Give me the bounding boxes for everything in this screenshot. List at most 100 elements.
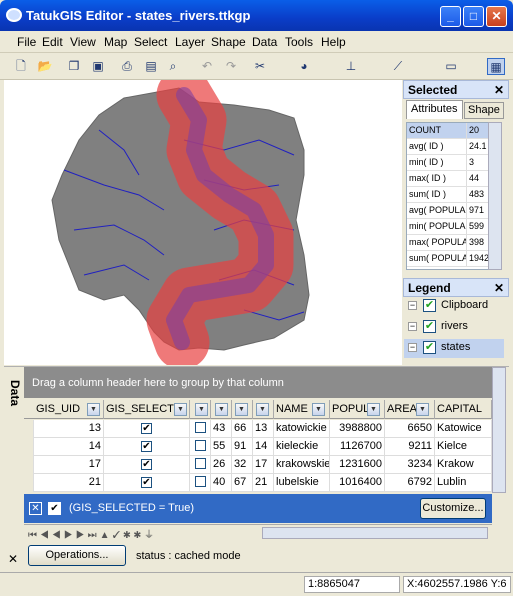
list-item[interactable]: avg( POPULA 971 — [407, 203, 501, 219]
group-hint: Drag a column header here to group by th… — [24, 367, 492, 398]
measure-icon[interactable]: ▭ — [442, 58, 460, 75]
list-item[interactable]: min( ID ) 3 — [407, 155, 501, 171]
collapse-icon[interactable]: − — [408, 343, 417, 352]
minimize-button[interactable]: _ — [440, 6, 461, 27]
legend-panel-header: Legend ✕ — [403, 278, 509, 297]
menu-bar: File Edit View Map Select Layer Shape Da… — [0, 31, 513, 53]
find-icon[interactable]: ⌕ — [164, 58, 182, 75]
checkbox-icon[interactable] — [194, 422, 206, 433]
table-row[interactable]: 13 ✔ 43 66 13 katowickie 3988800 6650 Ka… — [24, 420, 492, 438]
legend-item-rivers[interactable]: − ✔ rivers — [404, 318, 504, 337]
dropdown-icon[interactable]: ▼ — [235, 403, 248, 416]
tab-attributes[interactable]: Attributes — [406, 100, 463, 119]
checkbox-icon[interactable]: ✔ — [141, 459, 152, 470]
grid-scrollbar-vertical[interactable] — [492, 367, 506, 493]
checkbox-icon[interactable] — [194, 476, 206, 487]
legend-item-clipboard[interactable]: − ✔ Clipboard — [404, 297, 504, 316]
tab-shape[interactable]: Shape — [464, 102, 504, 119]
data-panel-label: Data — [8, 380, 22, 407]
web-icon[interactable]: ◕ — [295, 58, 313, 75]
dropdown-icon[interactable]: ▼ — [367, 403, 380, 416]
list-item[interactable]: sum( POPULA 1942 — [407, 251, 501, 267]
selected-panel-title: Selected — [408, 83, 458, 97]
dropdown-icon[interactable]: ▼ — [416, 403, 429, 416]
print-preview-icon[interactable]: ▤ — [142, 58, 160, 75]
menu-help[interactable]: Help — [321, 35, 346, 49]
filter-bar: ✕ ✔ (GIS_SELECTED = True) Customize... — [24, 494, 492, 523]
list-item[interactable]: avg( ID ) 24.1 — [407, 139, 501, 155]
menu-layer[interactable]: Layer — [175, 35, 205, 49]
filter-expression: (GIS_SELECTED = True) — [69, 502, 195, 514]
toolbar: 🗋 📂 ❐ ▣ ⎙ ▤ ⌕ ↶ ↷ ✂ ◕ ⊥ ⟋ ▭ ▦ — [0, 53, 513, 80]
selected-panel-header: Selected ✕ — [403, 80, 509, 99]
dropdown-icon[interactable]: ▼ — [256, 403, 269, 416]
menu-data[interactable]: Data — [252, 35, 277, 49]
menu-file[interactable]: File — [17, 35, 36, 49]
navigator-bar: ⏮◀◀▶▶⏭▲✓✱✱⏚ — [24, 524, 492, 541]
clear-filter-icon[interactable]: ✕ — [29, 502, 42, 515]
layout-icon[interactable]: ▦ — [487, 58, 505, 75]
close-button[interactable]: ✕ — [486, 6, 507, 27]
add-vertex-icon[interactable]: ⊥ — [342, 58, 360, 75]
collapse-icon[interactable]: − — [408, 322, 417, 331]
copy-layers-icon[interactable]: ❐ — [65, 58, 83, 75]
print-icon[interactable]: ⎙ — [118, 58, 136, 75]
column-header-capital[interactable]: CAPITAL — [435, 400, 492, 419]
draw-line-icon[interactable]: ⟋ — [389, 58, 407, 75]
table-row[interactable]: 21 ✔ 40 67 21 lubelskie 1016400 6792 Lub… — [24, 474, 492, 492]
checkbox-icon[interactable]: ✔ — [141, 423, 152, 434]
checkbox-icon[interactable]: ✔ — [141, 477, 152, 488]
grid-scrollbar-horizontal[interactable] — [262, 527, 488, 539]
checkbox-icon[interactable]: ✔ — [423, 299, 436, 312]
checkbox-icon[interactable]: ✔ — [141, 441, 152, 452]
title-bar: TatukGIS Editor - states_rivers.ttkgp _ … — [0, 0, 513, 31]
attributes-scrollbar[interactable] — [488, 122, 502, 270]
checkbox-icon[interactable] — [194, 440, 206, 451]
menu-tools[interactable]: Tools — [285, 35, 313, 49]
customize-button[interactable]: Customize... — [420, 498, 486, 519]
cut-icon[interactable]: ✂ — [251, 58, 269, 75]
menu-shape[interactable]: Shape — [211, 35, 246, 49]
dropdown-icon[interactable]: ▼ — [195, 403, 208, 416]
scale-readout: 1:8865047 — [304, 576, 400, 593]
status-text: status : cached mode — [136, 550, 241, 562]
dropdown-icon[interactable]: ▼ — [87, 403, 100, 416]
save-icon[interactable]: ▣ — [89, 58, 107, 75]
table-row[interactable]: 14 ✔ 55 91 14 kieleckie 1126700 9211 Kie… — [24, 438, 492, 456]
checkbox-icon[interactable]: ✔ — [423, 320, 436, 333]
menu-edit[interactable]: Edit — [42, 35, 63, 49]
operations-bar: Operations... status : cached mode — [24, 542, 504, 570]
map-canvas[interactable] — [4, 67, 402, 370]
undo-icon[interactable]: ↶ — [198, 58, 216, 75]
navigator-icons[interactable]: ⏮◀◀▶▶⏭▲✓✱✱⏚ — [28, 526, 157, 541]
checkbox-icon[interactable] — [194, 458, 206, 469]
open-icon[interactable]: 📂 — [36, 58, 54, 75]
menu-view[interactable]: View — [70, 35, 96, 49]
list-item[interactable]: max( POPULA 398 — [407, 235, 501, 251]
status-bar: 1:8865047 X:4602557.1986 Y:6 — [0, 572, 513, 596]
menu-select[interactable]: Select — [134, 35, 167, 49]
grid-header: GIS_UID ▼ GIS_SELECT ▼ ▼ ▼ ▼ ▼ NAME ▼ POPUL… — [24, 400, 492, 419]
close-icon[interactable]: ✕ — [494, 83, 504, 97]
dropdown-icon[interactable]: ▼ — [312, 403, 325, 416]
list-item[interactable]: max( ID ) 44 — [407, 171, 501, 187]
close-icon[interactable]: ✕ — [494, 281, 504, 295]
operations-button[interactable]: Operations... — [28, 545, 126, 566]
list-item[interactable]: COUNT 20 — [407, 123, 501, 139]
legend-item-states[interactable]: − ✔ states — [404, 339, 504, 358]
data-close-icon[interactable]: ✕ — [8, 552, 18, 566]
checkbox-icon[interactable]: ✔ — [423, 341, 436, 354]
filter-enabled-checkbox[interactable]: ✔ — [48, 502, 61, 515]
dropdown-icon[interactable]: ▼ — [215, 403, 228, 416]
map-view[interactable] — [4, 67, 402, 370]
dropdown-icon[interactable]: ▼ — [174, 403, 187, 416]
table-row[interactable]: 17 ✔ 26 32 17 krakowskie 1231600 3234 Kr… — [24, 456, 492, 474]
collapse-icon[interactable]: − — [408, 301, 417, 310]
menu-map[interactable]: Map — [104, 35, 127, 49]
redo-icon[interactable]: ↷ — [222, 58, 240, 75]
new-icon[interactable]: 🗋 — [12, 58, 30, 75]
maximize-button[interactable]: □ — [463, 6, 484, 27]
list-item[interactable]: sum( ID ) 483 — [407, 187, 501, 203]
legend-title: Legend — [408, 281, 451, 295]
list-item[interactable]: min( POPULA 599 — [407, 219, 501, 235]
